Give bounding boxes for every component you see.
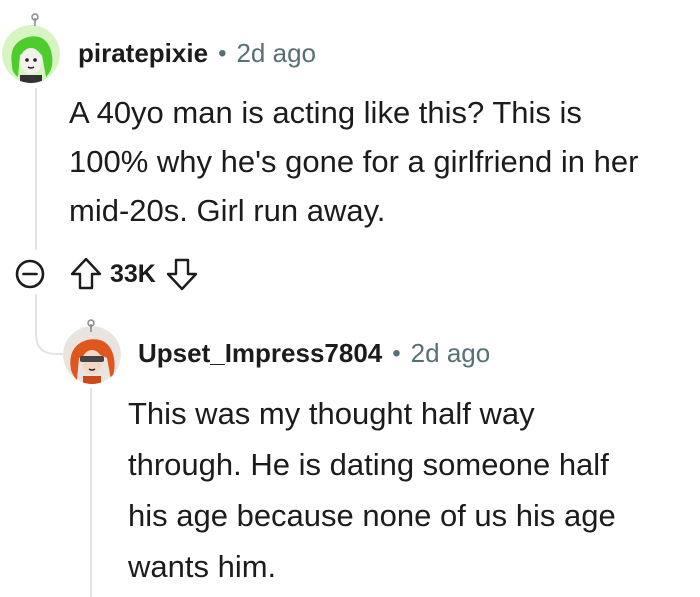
reply-text-line: through. He is dating someone half xyxy=(128,447,609,482)
comment-header: piratepixie • 2d ago xyxy=(78,38,316,69)
reply-text-line: wants him. xyxy=(128,549,277,584)
collapse-button[interactable] xyxy=(12,256,48,292)
meta-separator: • xyxy=(392,339,401,367)
reply-text-line: his age because none of us his age xyxy=(128,498,616,533)
reply-body: This was my thought half way through. He… xyxy=(128,388,616,592)
reply-header: Upset_Impress7804 • 2d ago xyxy=(138,338,490,369)
thread-line-main xyxy=(35,88,37,250)
upvote-button[interactable] xyxy=(68,256,104,292)
comment-body: A 40yo man is acting like this? This is … xyxy=(69,88,638,235)
comment-actions: 33K xyxy=(12,256,200,292)
reply-text-line: This was my thought half way xyxy=(128,396,535,431)
reply-timestamp[interactable]: 2d ago xyxy=(411,338,491,369)
meta-separator: • xyxy=(218,39,227,67)
avatar-antenna-icon xyxy=(87,319,95,332)
downvote-button[interactable] xyxy=(164,256,200,292)
downvote-arrow-icon xyxy=(166,258,198,291)
thread-line-reply xyxy=(90,388,92,597)
user-avatar-icon xyxy=(63,326,121,384)
avatar[interactable] xyxy=(2,25,60,83)
comment-text-line: 100% why he's gone for a girlfriend in h… xyxy=(69,144,639,179)
upvote-arrow-icon xyxy=(70,257,102,290)
timestamp[interactable]: 2d ago xyxy=(236,38,316,69)
comment-text-line: A 40yo man is acting like this? This is xyxy=(69,95,582,130)
collapse-minus-icon xyxy=(15,259,45,289)
user-avatar-icon xyxy=(2,25,60,83)
vote-score: 33K xyxy=(110,259,156,288)
reply-username[interactable]: Upset_Impress7804 xyxy=(138,338,382,369)
username[interactable]: piratepixie xyxy=(78,38,208,69)
comment-text-line: mid-20s. Girl run away. xyxy=(69,193,386,228)
avatar-antenna-icon xyxy=(31,13,39,26)
reply-avatar[interactable] xyxy=(63,326,121,384)
